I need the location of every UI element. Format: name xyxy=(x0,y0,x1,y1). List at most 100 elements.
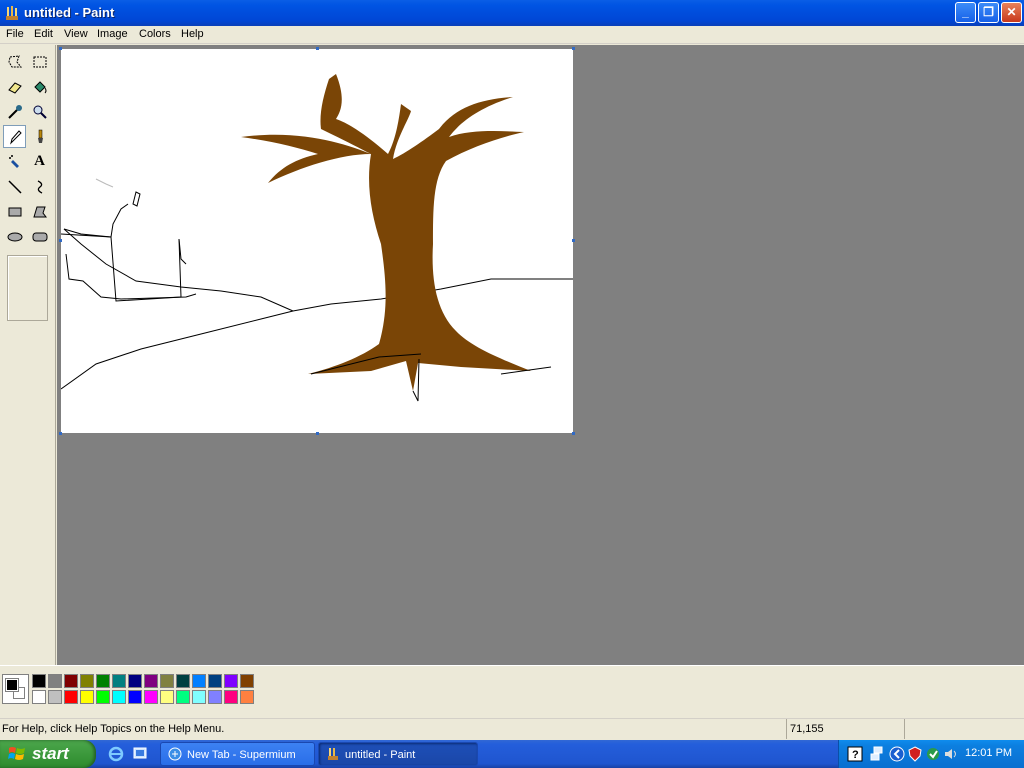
menu-file[interactable]: File xyxy=(6,28,24,40)
palette-swatch[interactable] xyxy=(144,674,158,688)
back-arrow-icon[interactable] xyxy=(889,746,905,762)
paint-app-icon xyxy=(6,6,18,20)
palette-swatch[interactable] xyxy=(64,690,78,704)
color-palette xyxy=(0,665,1024,713)
palette-swatch[interactable] xyxy=(240,674,254,688)
magnifier-icon[interactable] xyxy=(28,100,51,123)
resize-handle[interactable] xyxy=(59,432,62,435)
palette-swatch[interactable] xyxy=(160,690,174,704)
taskbar-item-paint[interactable]: untitled - Paint xyxy=(318,742,478,766)
palette-swatch[interactable] xyxy=(48,690,62,704)
palette-swatch[interactable] xyxy=(32,690,46,704)
palette-swatch[interactable] xyxy=(208,674,222,688)
resize-handle[interactable] xyxy=(316,47,319,50)
palette-swatch[interactable] xyxy=(80,690,94,704)
status-bar: For Help, click Help Topics on the Help … xyxy=(0,718,1024,740)
resize-handle[interactable] xyxy=(572,47,575,50)
pencil-icon[interactable] xyxy=(3,125,26,148)
polygon-icon[interactable] xyxy=(28,200,51,223)
palette-swatch[interactable] xyxy=(112,674,126,688)
palette-swatch[interactable] xyxy=(48,674,62,688)
palette-swatch[interactable] xyxy=(112,690,126,704)
resize-handle[interactable] xyxy=(59,239,62,242)
security-shield-icon[interactable] xyxy=(907,746,923,762)
fill-icon[interactable] xyxy=(28,75,51,98)
curve-icon[interactable] xyxy=(28,175,51,198)
palette-swatch[interactable] xyxy=(176,690,190,704)
clock: 12:01 PM xyxy=(965,747,1013,759)
eraser-icon[interactable] xyxy=(3,75,26,98)
ellipse-icon[interactable] xyxy=(3,225,26,248)
restore-button[interactable]: ❐ xyxy=(978,2,999,23)
rect-select-icon[interactable] xyxy=(28,50,51,73)
palette-swatch[interactable] xyxy=(224,690,238,704)
drawing-canvas[interactable] xyxy=(59,47,575,435)
foreground-color[interactable] xyxy=(5,678,19,692)
palette-swatch[interactable] xyxy=(128,674,142,688)
status-help-text: For Help, click Help Topics on the Help … xyxy=(2,723,225,735)
status-coordinates: 71,155 xyxy=(786,719,902,739)
brush-icon[interactable] xyxy=(28,125,51,148)
palette-swatch[interactable] xyxy=(144,690,158,704)
text-icon[interactable]: A xyxy=(28,150,51,173)
palette-swatch[interactable] xyxy=(80,674,94,688)
help-icon[interactable]: ? xyxy=(847,746,863,762)
free-select-icon[interactable] xyxy=(3,50,26,73)
svg-text:?: ? xyxy=(852,749,859,761)
resize-handle[interactable] xyxy=(572,239,575,242)
close-button[interactable]: ✕ xyxy=(1001,2,1022,23)
toolbox: A xyxy=(0,45,56,665)
window-title: untitled - Paint xyxy=(24,5,115,20)
minimize-button[interactable]: _ xyxy=(955,2,976,23)
palette-swatch[interactable] xyxy=(224,674,238,688)
palette-swatch[interactable] xyxy=(240,690,254,704)
network-icon[interactable] xyxy=(869,746,885,762)
resize-handle[interactable] xyxy=(572,432,575,435)
task-label: New Tab - Supermium xyxy=(187,749,296,761)
line-icon[interactable] xyxy=(3,175,26,198)
palette-swatch[interactable] xyxy=(96,690,110,704)
start-label: start xyxy=(32,744,69,763)
menu-colors[interactable]: Colors xyxy=(139,28,171,40)
palette-swatch[interactable] xyxy=(208,690,222,704)
tool-options-box[interactable] xyxy=(7,255,48,321)
browser-icon xyxy=(168,747,182,761)
palette-swatch[interactable] xyxy=(32,674,46,688)
windows-logo-icon xyxy=(8,747,25,760)
menu-view[interactable]: View xyxy=(64,28,88,40)
palette-swatch[interactable] xyxy=(192,674,206,688)
taskbar-item-supermium[interactable]: New Tab - Supermium xyxy=(160,742,315,766)
title-bar[interactable]: untitled - Paint _ ❐ ✕ xyxy=(0,0,1024,26)
taskbar: start New Tab - Supermium untitled - Pai… xyxy=(0,740,1024,768)
rectangle-icon[interactable] xyxy=(3,200,26,223)
system-tray: ? 12:01 PM xyxy=(838,740,1024,768)
drawing-artwork xyxy=(60,74,573,402)
paint-app-icon xyxy=(328,748,338,760)
internet-explorer-icon[interactable] xyxy=(108,746,124,762)
current-colors[interactable] xyxy=(2,674,29,704)
airbrush-icon[interactable] xyxy=(3,150,26,173)
paint-window: untitled - Paint _ ❐ ✕ File Edit View Im… xyxy=(0,0,1024,740)
start-button[interactable]: start xyxy=(0,740,96,768)
palette-swatch[interactable] xyxy=(176,674,190,688)
task-label: untitled - Paint xyxy=(345,749,416,761)
menu-image[interactable]: Image xyxy=(97,28,128,40)
color-picker-icon[interactable] xyxy=(3,100,26,123)
palette-swatch[interactable] xyxy=(160,674,174,688)
rounded-rectangle-icon[interactable] xyxy=(28,225,51,248)
status-size-panel xyxy=(904,719,1022,739)
palette-swatch[interactable] xyxy=(128,690,142,704)
tree-drawing xyxy=(241,74,531,391)
menu-edit[interactable]: Edit xyxy=(34,28,53,40)
canvas-workspace xyxy=(57,45,1024,665)
menu-help[interactable]: Help xyxy=(181,28,204,40)
resize-handle[interactable] xyxy=(316,432,319,435)
menu-bar: File Edit View Image Colors Help xyxy=(0,26,1024,44)
volume-icon[interactable] xyxy=(943,746,959,762)
resize-handle[interactable] xyxy=(59,47,62,50)
tray-app-icon[interactable] xyxy=(925,746,941,762)
palette-swatch[interactable] xyxy=(192,690,206,704)
palette-swatch[interactable] xyxy=(96,674,110,688)
show-desktop-icon[interactable] xyxy=(132,746,148,762)
palette-swatch[interactable] xyxy=(64,674,78,688)
